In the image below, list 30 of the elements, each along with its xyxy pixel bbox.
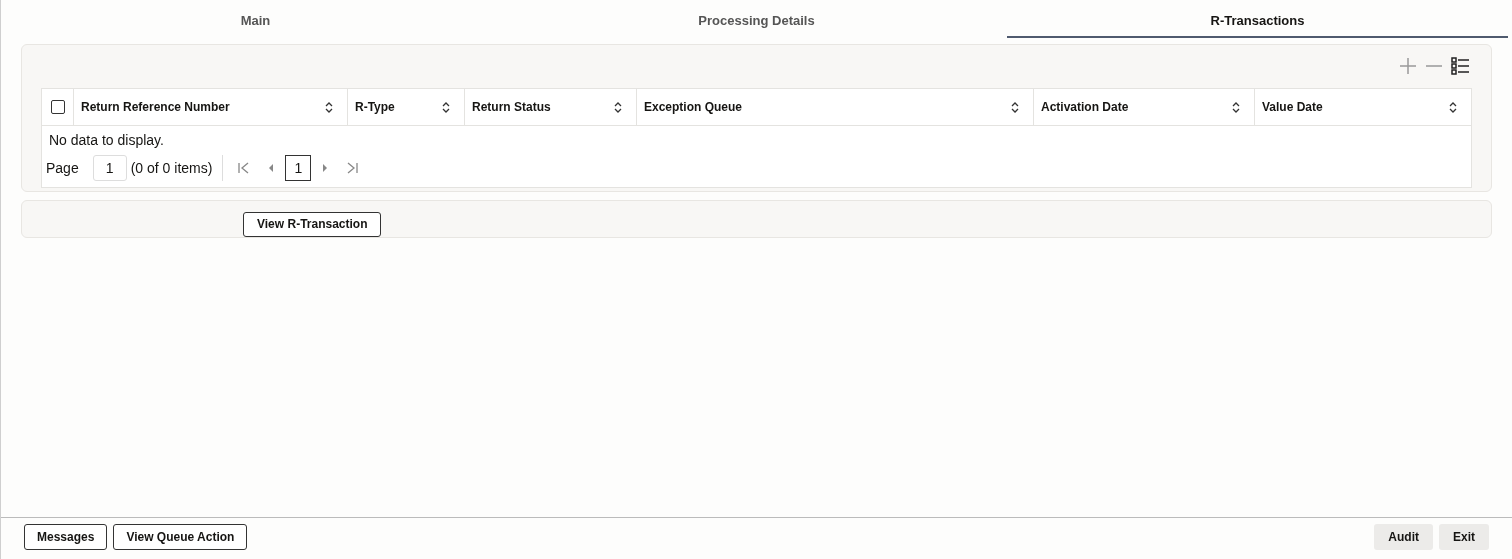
sort-icon[interactable] bbox=[442, 101, 450, 113]
select-all-checkbox[interactable] bbox=[50, 100, 65, 114]
previous-page-icon[interactable] bbox=[267, 163, 276, 173]
column-header[interactable]: R-Type bbox=[355, 98, 395, 116]
sort-icon[interactable] bbox=[1232, 101, 1240, 113]
column-header[interactable]: Activation Date bbox=[1041, 98, 1129, 116]
view-r-transaction-button[interactable]: View R-Transaction bbox=[243, 211, 382, 237]
sort-icon[interactable] bbox=[1449, 101, 1457, 113]
current-page-button[interactable]: 1 bbox=[285, 155, 312, 181]
page-field[interactable]: 1 bbox=[92, 155, 127, 181]
footer-button[interactable]: View Queue Action bbox=[113, 523, 248, 550]
column-header[interactable]: Value Date bbox=[1262, 98, 1323, 116]
item-count: (0 of 0 items) bbox=[130, 158, 213, 178]
column-header[interactable]: Exception Queue bbox=[644, 98, 743, 116]
tab[interactable]: Processing Details bbox=[506, 6, 1007, 38]
sort-icon[interactable] bbox=[614, 101, 622, 113]
sort-icon[interactable] bbox=[325, 101, 333, 113]
column-header[interactable]: Return Reference Number bbox=[81, 98, 230, 116]
column-header[interactable]: Return Status bbox=[472, 98, 551, 116]
footer-button[interactable]: Audit bbox=[1374, 523, 1433, 550]
sort-icon[interactable] bbox=[1011, 101, 1019, 113]
footer-button[interactable]: Exit bbox=[1439, 523, 1489, 550]
page-label: Page bbox=[46, 158, 79, 178]
tab[interactable]: R-Transactions bbox=[1007, 6, 1508, 38]
list-icon[interactable] bbox=[1450, 56, 1470, 76]
tab[interactable]: Main bbox=[5, 6, 506, 38]
next-page-icon[interactable] bbox=[321, 163, 330, 173]
footer-button[interactable]: Messages bbox=[24, 523, 108, 550]
empty-message: No data to display. bbox=[48, 131, 165, 150]
last-page-icon[interactable] bbox=[345, 161, 360, 175]
